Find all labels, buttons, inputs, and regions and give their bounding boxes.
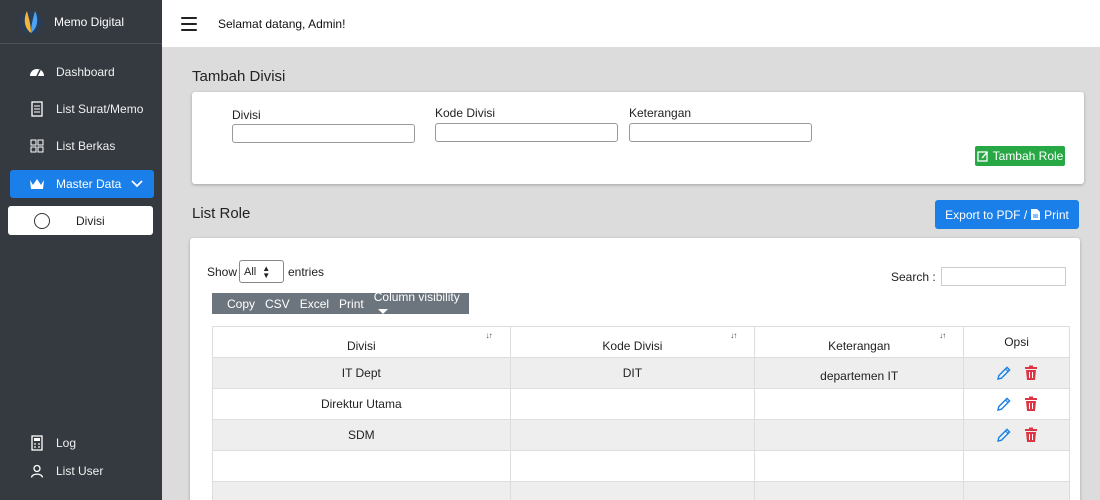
cell-keterangan: departemen IT — [754, 357, 965, 389]
entries-select-value: All — [244, 265, 257, 278]
kode-divisi-label: Kode Divisi — [435, 106, 496, 120]
column-header-label: Keterangan — [828, 339, 891, 353]
column-header-label: Opsi — [1004, 335, 1029, 349]
sidebar-item-master-data[interactable]: Master Data — [10, 170, 154, 198]
sidebar-item-log[interactable]: Log — [10, 429, 154, 457]
divisi-input[interactable] — [232, 124, 415, 143]
column-header-kode-divisi[interactable]: Kode Divisi ↓↑ — [509, 326, 756, 358]
add-division-card: Divisi Kode Divisi Keterangan Tambah Rol… — [192, 92, 1084, 184]
cell-kode — [509, 388, 756, 420]
sidebar: Memo Digital Dashboard List Surat/Memo L… — [0, 0, 162, 500]
kode-divisi-input[interactable] — [435, 123, 618, 142]
print-label: Print — [1044, 207, 1069, 222]
cell-divisi: IT Dept — [212, 357, 511, 389]
trash-icon[interactable] — [1024, 365, 1038, 381]
column-header-keterangan[interactable]: Keterangan ↓↑ — [754, 326, 965, 358]
print-button[interactable]: Print — [339, 297, 364, 311]
table-export-buttons: Copy CSV Excel Print Column visibility — [212, 290, 469, 314]
document-icon — [28, 100, 46, 118]
cell-keterangan — [754, 388, 965, 420]
log-icon — [28, 434, 46, 452]
app-name: Memo Digital — [54, 14, 125, 29]
table-row: SDM — [212, 419, 1070, 451]
sidebar-item-divisi[interactable]: Divisi — [8, 206, 153, 235]
sidebar-item-list-berkas[interactable]: List Berkas — [10, 132, 154, 160]
edit-icon[interactable] — [996, 365, 1012, 381]
sidebar-item-list-surat[interactable]: List Surat/Memo — [10, 95, 154, 123]
sidebar-item-list-user[interactable]: List User — [10, 457, 154, 485]
role-table: Divisi ↓↑ Kode Divisi ↓↑ Keterangan ↓↑ Opsi… — [212, 326, 1070, 500]
tambah-role-label: Tambah Role — [992, 149, 1064, 163]
entries-select[interactable]: All ▲ ▼ — [239, 260, 284, 283]
show-label: Show — [207, 265, 238, 279]
cell-kode — [509, 419, 756, 451]
list-title: List Role — [192, 205, 251, 222]
crown-icon — [28, 175, 46, 193]
column-header-label: Divisi — [346, 339, 376, 353]
tambah-role-button[interactable]: Tambah Role — [975, 146, 1065, 166]
edit-icon[interactable] — [996, 396, 1012, 412]
sort-icon: ↓↑ — [939, 331, 946, 340]
column-visibility-button[interactable]: Column visibility — [374, 290, 469, 318]
sidebar-item-label: List Berkas — [56, 139, 116, 153]
chevron-down-icon — [131, 177, 143, 191]
table-header-row: Divisi ↓↑ Kode Divisi ↓↑ Keterangan ↓↑ Opsi — [212, 326, 1070, 358]
dashboard-icon — [28, 63, 46, 81]
brand[interactable]: Memo Digital — [0, 0, 162, 44]
sidebar-item-label: Master Data — [56, 177, 122, 191]
edit-icon[interactable] — [996, 427, 1012, 443]
cell-opsi — [963, 388, 1070, 420]
copy-button[interactable]: Copy — [227, 297, 255, 311]
edit-square-icon — [976, 151, 988, 162]
trash-icon[interactable] — [1024, 427, 1038, 443]
cell-kode: DIT — [509, 357, 756, 389]
menu-toggle-icon[interactable] — [181, 16, 197, 31]
cell-divisi: Direktur Utama — [212, 388, 511, 420]
sidebar-item-dashboard[interactable]: Dashboard — [10, 58, 154, 86]
search-input[interactable] — [941, 267, 1066, 286]
keterangan-label: Keterangan — [629, 106, 692, 120]
entries-label: entries — [288, 265, 325, 279]
search-label: Search : — [891, 270, 936, 284]
column-header-divisi[interactable]: Divisi ↓↑ — [212, 326, 511, 358]
sidebar-item-label: Log — [56, 436, 77, 450]
form-title: Tambah Divisi — [192, 68, 286, 85]
cell-keterangan — [754, 419, 965, 451]
top-navbar: Selamat datang, Admin! — [162, 0, 1100, 48]
column-visibility-label: Column visibility — [373, 289, 460, 304]
csv-button[interactable]: CSV — [265, 297, 290, 311]
export-pdf-print-button[interactable]: Export to PDF / Print — [935, 200, 1079, 229]
excel-button[interactable]: Excel — [300, 297, 329, 311]
sort-icon: ↓↑ — [730, 331, 737, 340]
table-row: Direktur Utama — [212, 388, 1070, 420]
sidebar-item-label: List User — [56, 464, 104, 478]
caret-down-icon — [377, 308, 388, 314]
cell-divisi: SDM — [212, 419, 511, 451]
sidebar-item-label: Dashboard — [56, 65, 115, 79]
export-label: Export to PDF / — [945, 207, 1028, 222]
grid-icon — [28, 137, 46, 155]
column-header-label: Kode Divisi — [602, 339, 663, 353]
table-row-empty — [212, 450, 1070, 482]
logo-icon — [19, 10, 43, 35]
user-icon — [28, 462, 46, 480]
cell-opsi — [963, 357, 1070, 389]
table-row-empty — [212, 481, 1070, 500]
sidebar-item-label: Divisi — [76, 213, 105, 228]
welcome-text: Selamat datang, Admin! — [218, 16, 346, 31]
table-row: IT Dept DIT departemen IT — [212, 357, 1070, 389]
column-header-opsi: Opsi — [963, 326, 1070, 358]
trash-icon[interactable] — [1024, 396, 1038, 412]
circle-icon — [34, 212, 50, 229]
sort-icon: ↓↑ — [485, 331, 493, 340]
cell-opsi — [963, 419, 1070, 451]
keterangan-input[interactable] — [629, 123, 812, 142]
file-icon — [1031, 209, 1041, 220]
sort-arrows-icon: ▲ ▼ — [262, 263, 271, 280]
sidebar-item-label: List Surat/Memo — [56, 102, 144, 116]
divisi-label: Divisi — [232, 108, 261, 122]
